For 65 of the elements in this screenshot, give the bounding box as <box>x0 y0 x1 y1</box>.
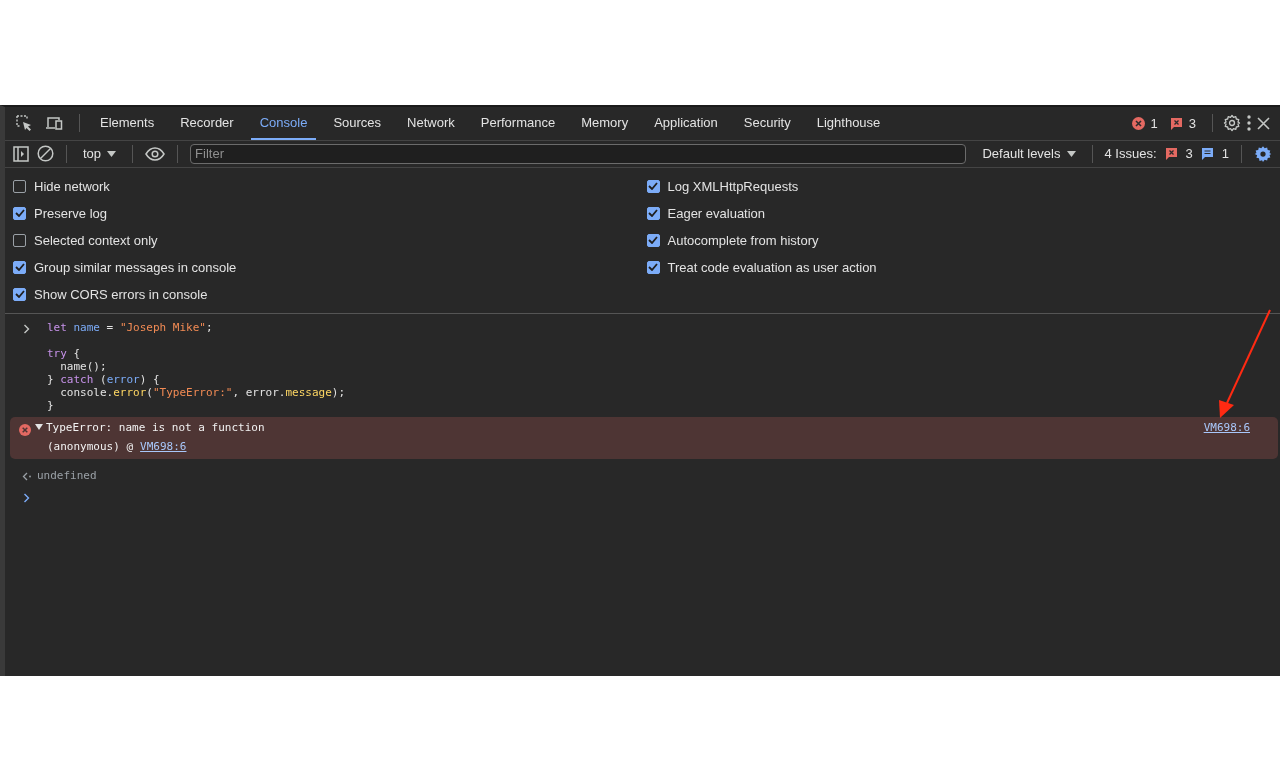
code-line: let name = "Joseph Mike"; <box>47 320 213 334</box>
checkbox-label: Autocomplete from history <box>667 232 819 248</box>
stack-frame: (anonymous) @ <box>47 439 134 453</box>
tab[interactable]: Application <box>645 106 727 140</box>
sidebar-toggle-icon[interactable] <box>13 145 29 162</box>
tab[interactable]: Sources <box>324 106 391 140</box>
checkbox-label: Treat code evaluation as user action <box>667 259 877 275</box>
clear-console-icon[interactable] <box>37 145 54 162</box>
warning-count: 3 <box>1188 115 1196 131</box>
device-toolbar-icon[interactable] <box>45 115 63 131</box>
checkbox[interactable] <box>13 287 26 301</box>
checkbox-label: Preserve log <box>34 205 107 221</box>
info-message-icon[interactable] <box>1200 147 1214 160</box>
checkbox-label: Selected context only <box>34 232 158 248</box>
result-arrow-icon <box>21 471 33 481</box>
tab[interactable]: Elements <box>91 106 164 140</box>
tab[interactable]: Recorder <box>171 106 243 140</box>
expand-triangle-icon[interactable] <box>35 423 43 431</box>
eye-icon[interactable] <box>145 146 166 161</box>
settings-icon[interactable] <box>1223 114 1241 132</box>
error-count: 1 <box>1150 115 1158 131</box>
filter-field[interactable]: Filter <box>190 143 967 164</box>
issues-info-count: 1 <box>1221 146 1229 161</box>
source-link[interactable]: VM698:6 <box>1203 420 1250 434</box>
checkbox[interactable] <box>646 260 660 274</box>
checkbox-label: Show CORS errors in console <box>34 286 208 302</box>
levels-dropdown[interactable]: Default levels <box>978 146 1080 161</box>
tab[interactable]: Performance <box>471 106 565 140</box>
error-text: TypeError: name is not a function <box>46 420 265 434</box>
close-icon[interactable] <box>1257 116 1270 130</box>
checkbox-label: Hide network <box>34 178 110 194</box>
code-line: name(); <box>59 359 107 373</box>
error-icon <box>1131 116 1145 130</box>
result-value: undefined <box>37 468 97 482</box>
checkbox[interactable] <box>646 233 660 247</box>
checkbox[interactable] <box>646 206 660 220</box>
checkbox-label: Eager evaluation <box>667 205 766 221</box>
tab[interactable]: Memory <box>572 106 638 140</box>
error-icon <box>19 423 31 436</box>
code-line: } catch (error) { <box>47 372 160 386</box>
warning-message-icon <box>1169 116 1183 130</box>
checkbox[interactable] <box>13 260 26 274</box>
checkbox[interactable] <box>13 179 26 193</box>
tab[interactable]: Lighthouse <box>807 106 890 140</box>
checkbox-label: Log XMLHttpRequests <box>667 178 799 194</box>
tab[interactable]: Security <box>734 106 800 140</box>
caret-icon <box>107 150 117 157</box>
checkbox[interactable] <box>646 179 660 193</box>
code-line: console.error("TypeError:", error.message); <box>59 385 346 399</box>
tab[interactable]: Network <box>398 106 464 140</box>
settings-icon[interactable] <box>1254 144 1272 163</box>
issues-warning-count: 3 <box>1185 146 1193 161</box>
code-line: } <box>47 398 54 412</box>
issues-label: 4 Issues: <box>1104 146 1157 161</box>
caret-icon <box>1066 150 1076 157</box>
inspect-icon[interactable] <box>15 114 33 132</box>
context-dropdown[interactable]: top <box>79 146 121 161</box>
code-line: try { <box>47 346 81 360</box>
warning-message-icon[interactable] <box>1164 147 1178 160</box>
checkbox-label: Group similar messages in console <box>34 259 237 275</box>
checkbox[interactable] <box>13 206 26 220</box>
checkbox[interactable] <box>13 233 26 247</box>
more-menu-icon[interactable] <box>1247 115 1251 131</box>
stack-link[interactable]: VM698:6 <box>140 439 187 453</box>
tab[interactable]: Console <box>250 106 317 140</box>
